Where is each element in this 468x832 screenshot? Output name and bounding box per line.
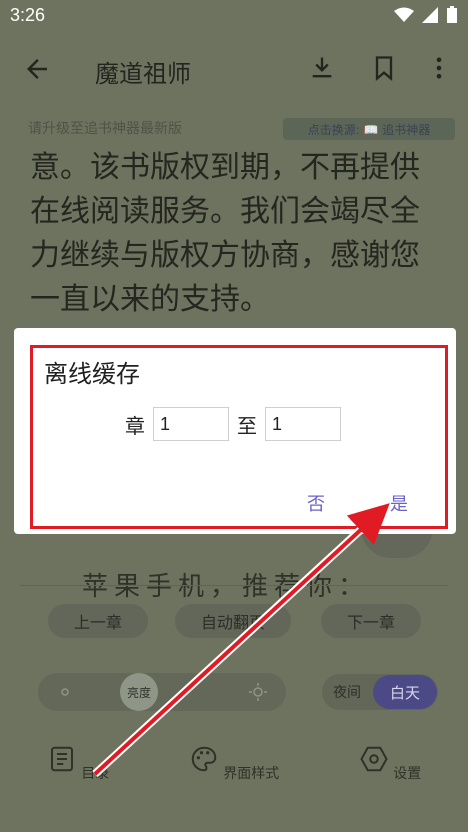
text-line: 意。该书版权到期，不再提供 <box>30 150 420 185</box>
settings-icon <box>360 746 388 772</box>
highlight-box <box>30 345 448 529</box>
page-title: 魔道祖师 <box>95 60 191 88</box>
brightness-slider[interactable] <box>38 673 286 711</box>
brightness-thumb[interactable]: 亮度 <box>120 673 158 711</box>
battery-icon <box>447 6 457 23</box>
app-bar: 魔道祖师 <box>0 32 468 104</box>
upgrade-notice[interactable]: 请升级至追书神器最新版 <box>28 118 182 138</box>
back-arrow-icon[interactable] <box>22 54 52 84</box>
auto-page-button[interactable]: 自动翻页 <box>175 604 291 638</box>
signal-icon <box>422 7 438 23</box>
nav-label: 界面样式 <box>223 766 280 782</box>
reader-text: 意。该书版权到期，不再提供 在线阅读服务。我们会竭尽全 力继续与版权方协商，感谢… <box>30 146 440 322</box>
nav-toc[interactable]: 目录 <box>28 744 128 804</box>
text-line: 在线阅读服务。我们会竭尽全 <box>30 194 420 229</box>
prev-chapter-button[interactable]: 上一章 <box>48 604 148 638</box>
next-chapter-button[interactable]: 下一章 <box>321 604 421 638</box>
toc-icon <box>50 746 73 772</box>
text-line: 力继续与版权方协商，感谢您 <box>30 238 420 273</box>
wifi-icon <box>394 7 414 22</box>
night-mode-option[interactable]: 夜间 <box>333 682 361 702</box>
download-icon[interactable] <box>308 54 336 82</box>
bookmark-icon[interactable] <box>370 54 398 82</box>
text-line: 一直以来的支持。 <box>30 282 270 317</box>
nav-label: 设置 <box>393 766 422 782</box>
nav-settings[interactable]: 设置 <box>340 744 440 804</box>
change-source-chip[interactable]: 点击换源: 📖 追书神器 <box>283 118 455 140</box>
brightness-high-icon <box>249 683 267 701</box>
nav-label: 目录 <box>81 766 110 782</box>
status-time: 3:26 <box>10 5 46 25</box>
nav-theme[interactable]: 界面样式 <box>184 744 284 804</box>
palette-icon <box>191 746 217 772</box>
status-bar: 3:26 <box>0 0 468 32</box>
day-mode-option[interactable]: 白天 <box>373 675 437 709</box>
more-vert-icon[interactable] <box>425 54 453 82</box>
divider <box>20 585 448 586</box>
brightness-low-icon <box>61 688 69 696</box>
